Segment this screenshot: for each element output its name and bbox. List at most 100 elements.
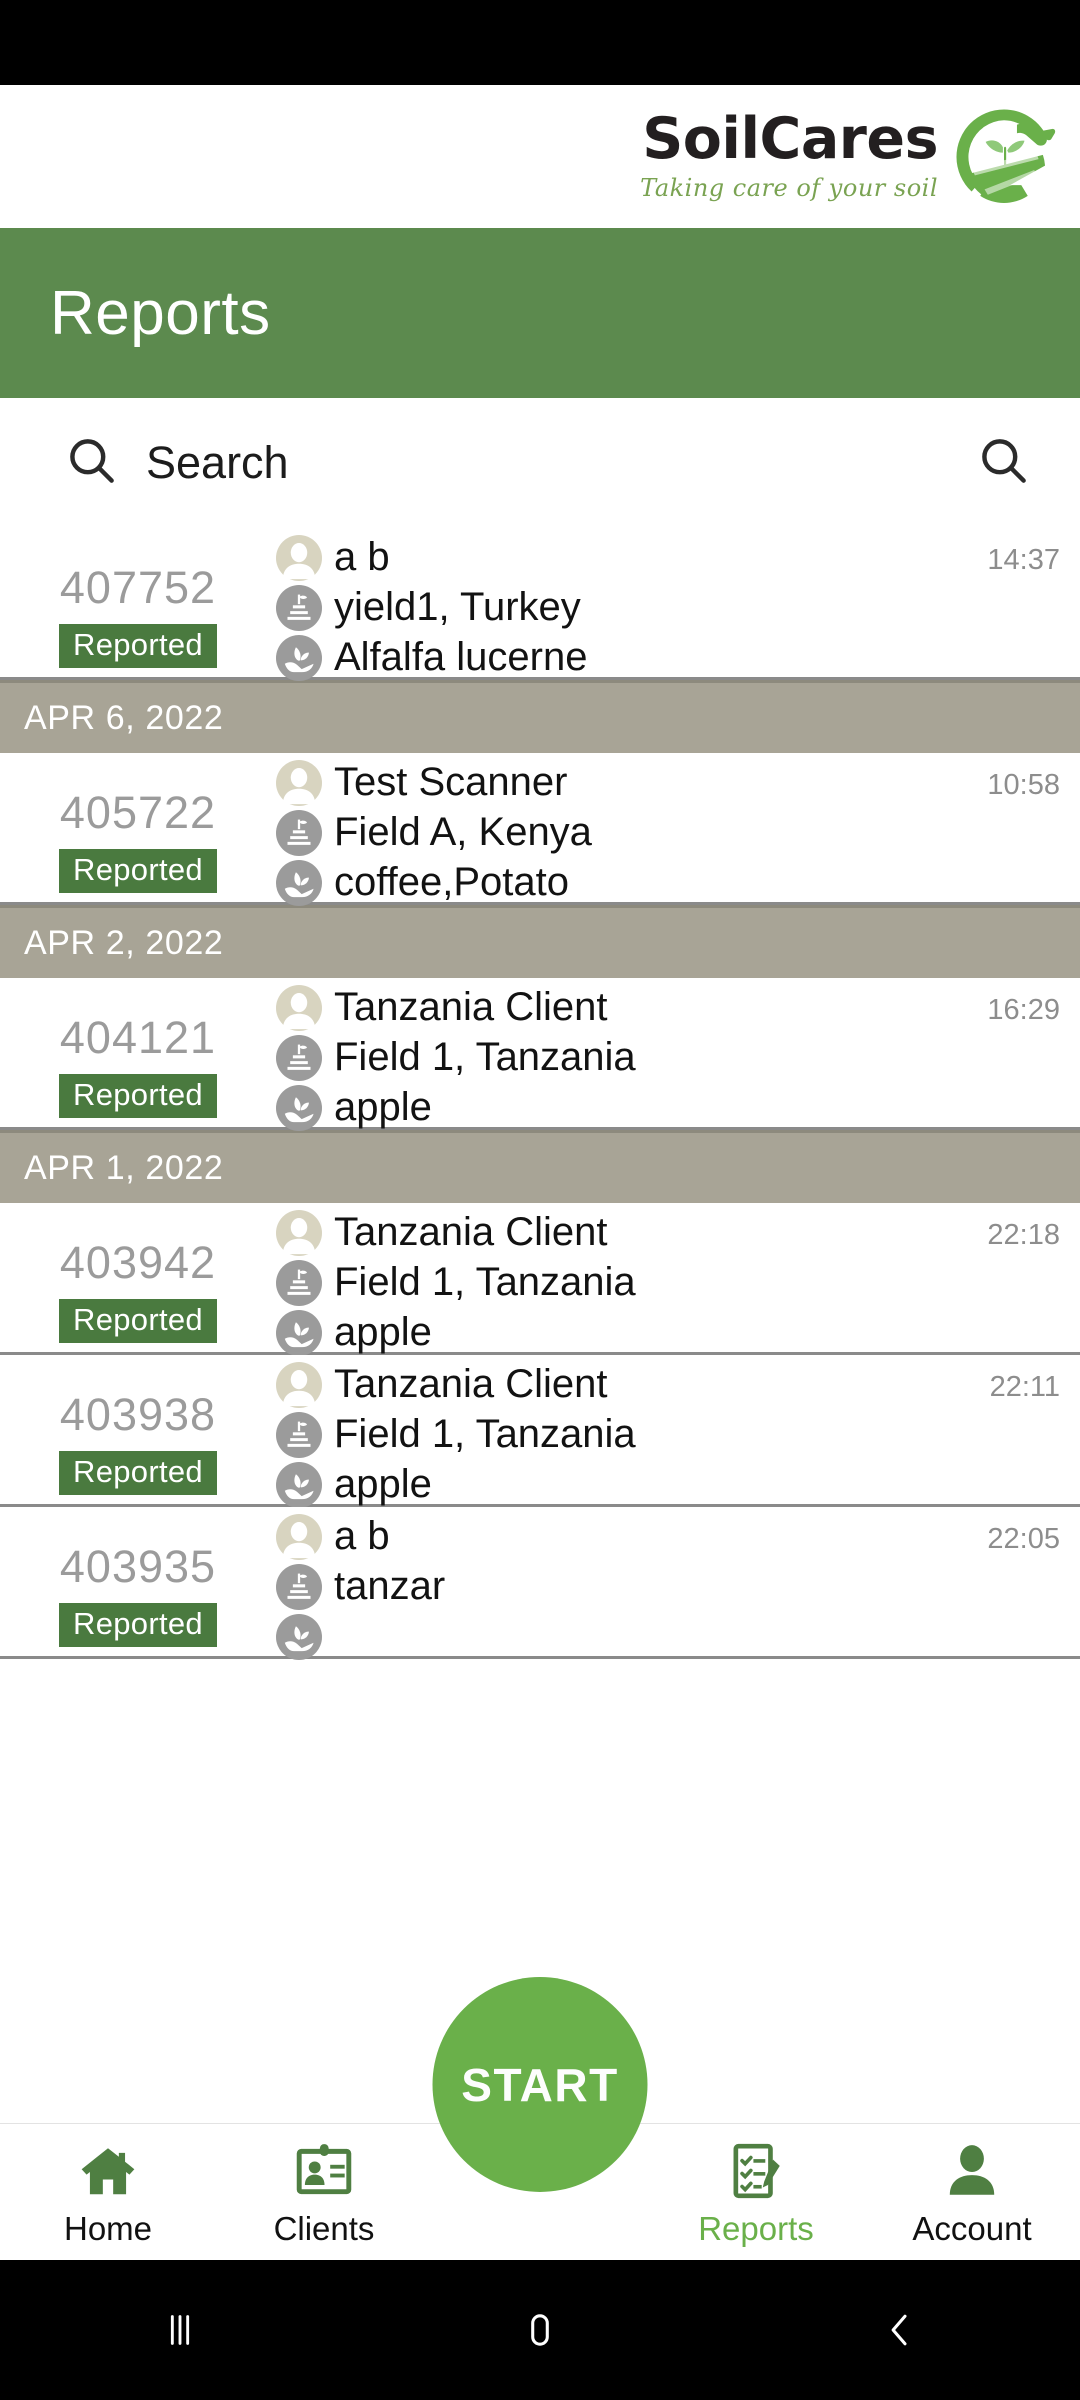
status-badge: Reported	[59, 624, 217, 669]
report-details: a b tanzar	[276, 1513, 1080, 1660]
report-details: Tanzania Client Field 1, Tanzania apple	[276, 1209, 1080, 1356]
date-separator: APR 2, 2022	[0, 905, 1080, 978]
date-separator-label: APR 6, 2022	[24, 698, 224, 737]
soilcares-hand-sprout-logo-icon	[950, 103, 1058, 211]
report-field-line: yield1, Turkey	[276, 584, 1080, 631]
nav-item-account[interactable]: Account	[864, 2140, 1080, 2260]
report-details: Tanzania Client Field 1, Tanzania apple	[276, 1361, 1080, 1508]
crop-icon	[276, 1613, 322, 1660]
back-button[interactable]	[720, 2307, 1080, 2353]
report-id-block: 404121 Reported	[0, 984, 276, 1127]
report-field-line: Field 1, Tanzania	[276, 1411, 1080, 1458]
recent-apps-button[interactable]	[0, 2307, 360, 2353]
report-field-name: Field 1, Tanzania	[334, 1260, 636, 1304]
report-crop-name: apple	[334, 1085, 432, 1129]
report-client-name: a b	[334, 1514, 390, 1558]
date-separator: APR 1, 2022	[0, 1130, 1080, 1203]
client-avatar-icon	[276, 1209, 322, 1256]
report-crop-line: Alfalfa lucerne	[276, 634, 1080, 681]
search-bar[interactable]: Search	[0, 398, 1080, 528]
report-id: 404121	[59, 1012, 217, 1063]
nav-item-reports[interactable]: Reports	[648, 2140, 864, 2260]
report-id-block: 405722 Reported	[0, 759, 276, 902]
report-time: 22:11	[989, 1371, 1060, 1403]
field-icon	[276, 1034, 322, 1081]
report-field-name: Field A, Kenya	[334, 810, 592, 854]
reports-list[interactable]: 407752 Reported a b yield1, Turkey Alfalfa l…	[0, 528, 1080, 1660]
start-button[interactable]: START	[432, 1977, 648, 2192]
report-details: Test Scanner Field A, Kenya coffee,Potato	[276, 759, 1080, 906]
report-field-line: Field 1, Tanzania	[276, 1034, 1080, 1081]
home-button[interactable]	[360, 2307, 720, 2353]
page-header: Reports	[0, 228, 1080, 398]
report-crop-name: Alfalfa lucerne	[334, 635, 588, 679]
start-button-label: START	[461, 2058, 619, 2111]
field-icon	[276, 1563, 322, 1610]
brand-text-block: SoilCares Taking care of your soil	[640, 106, 938, 203]
report-client-name: Tanzania Client	[334, 1362, 608, 1406]
report-id-block: 403942 Reported	[0, 1209, 276, 1352]
report-field-line: Field A, Kenya	[276, 809, 1080, 856]
crop-icon	[276, 1084, 322, 1131]
report-time: 22:05	[987, 1523, 1060, 1555]
report-id-block: 407752 Reported	[0, 534, 276, 677]
date-separator-label: APR 1, 2022	[24, 1148, 224, 1187]
client-avatar-icon	[276, 984, 322, 1031]
report-crop-name: coffee,Potato	[334, 860, 569, 904]
client-avatar-icon	[276, 759, 322, 806]
crop-icon	[276, 1461, 322, 1508]
report-crop-line	[276, 1613, 1080, 1660]
report-crop-name: apple	[334, 1310, 432, 1354]
brand-name: SoilCares	[642, 106, 938, 172]
report-client-line: a b	[276, 534, 1080, 581]
client-avatar-icon	[276, 534, 322, 581]
report-client-line: a b	[276, 1513, 1080, 1560]
report-row[interactable]: 403938 Reported Tanzania Client Field 1, Ta…	[0, 1355, 1080, 1508]
date-separator: APR 6, 2022	[0, 680, 1080, 753]
search-placeholder: Search	[146, 437, 289, 488]
report-details: Tanzania Client Field 1, Tanzania apple	[276, 984, 1080, 1131]
report-time: 14:37	[987, 544, 1060, 576]
date-separator-label: APR 2, 2022	[24, 923, 224, 962]
report-id: 405722	[59, 787, 217, 838]
report-field-line: tanzar	[276, 1563, 1080, 1610]
page-title: Reports	[50, 278, 271, 348]
brand-bar: SoilCares Taking care of your soil	[0, 85, 1080, 228]
report-row[interactable]: 403935 Reported a b tanzar 22:05	[0, 1507, 1080, 1660]
report-id: 403935	[59, 1541, 217, 1592]
report-client-line: Tanzania Client	[276, 1209, 1080, 1256]
nav-item-clients[interactable]: Clients	[216, 2140, 432, 2260]
report-client-line: Test Scanner	[276, 759, 1080, 806]
search-icon	[64, 433, 120, 494]
report-field-name: yield1, Turkey	[334, 585, 581, 629]
report-crop-name: apple	[334, 1462, 432, 1506]
report-id-block: 403935 Reported	[0, 1513, 276, 1656]
report-row[interactable]: 403942 Reported Tanzania Client Field 1, Ta…	[0, 1203, 1080, 1356]
app-screen: SoilCares Taking care of your soil Repor…	[0, 0, 1080, 2400]
report-id-block: 403938 Reported	[0, 1361, 276, 1504]
report-field-name: tanzar	[334, 1564, 446, 1608]
crop-icon	[276, 634, 322, 681]
report-client-name: Test Scanner	[334, 760, 568, 804]
report-row[interactable]: 405722 Reported Test Scanner Field A, Kenya…	[0, 753, 1080, 906]
report-field-name: Field 1, Tanzania	[334, 1035, 636, 1079]
home-icon	[77, 2140, 139, 2202]
person-icon	[941, 2140, 1003, 2202]
report-crop-line: apple	[276, 1309, 1080, 1356]
report-time: 16:29	[987, 994, 1060, 1026]
report-crop-line: apple	[276, 1461, 1080, 1508]
report-client-name: Tanzania Client	[334, 1210, 608, 1254]
report-row[interactable]: 407752 Reported a b yield1, Turkey Alfalfa l…	[0, 528, 1080, 681]
status-badge: Reported	[59, 1299, 217, 1344]
report-id: 407752	[59, 562, 217, 613]
search-submit-icon[interactable]	[976, 433, 1032, 494]
status-badge: Reported	[59, 849, 217, 894]
report-details: a b yield1, Turkey Alfalfa lucerne	[276, 534, 1080, 681]
report-row[interactable]: 404121 Reported Tanzania Client Field 1, Ta…	[0, 978, 1080, 1131]
nav-item-home[interactable]: Home	[0, 2140, 216, 2260]
report-client-line: Tanzania Client	[276, 1361, 1080, 1408]
crop-icon	[276, 859, 322, 906]
report-field-name: Field 1, Tanzania	[334, 1412, 636, 1456]
report-crop-line: coffee,Potato	[276, 859, 1080, 906]
search-input[interactable]: Search	[64, 433, 976, 494]
